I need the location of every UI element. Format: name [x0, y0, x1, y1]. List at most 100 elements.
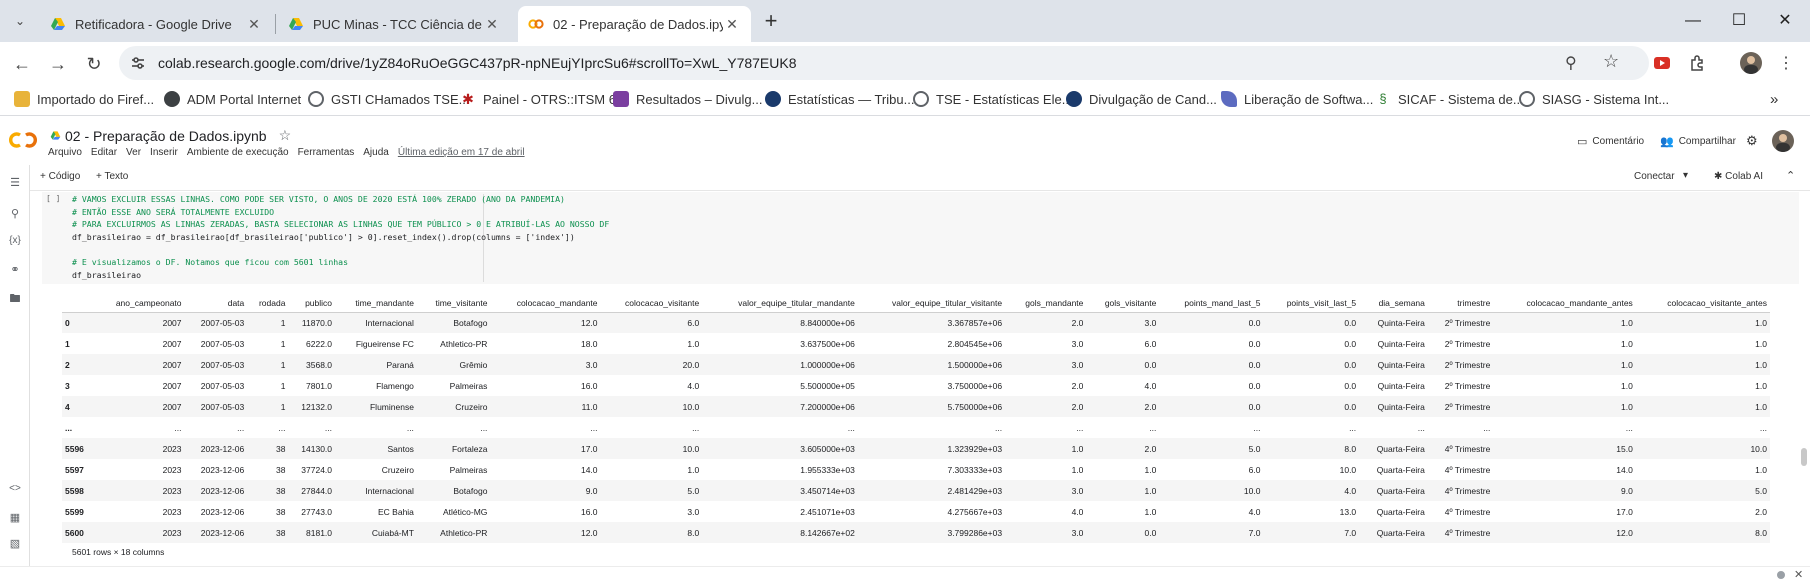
reload-icon[interactable]: ↻ — [80, 50, 108, 78]
bookmark-item[interactable]: ✱ Painel - OTRS::ITSM 6 — [460, 91, 616, 107]
files-folder-icon[interactable]: 🖿 — [7, 290, 23, 306]
bookmark-item[interactable]: Liberação de Softwa... — [1221, 91, 1373, 107]
secrets-key-icon[interactable]: ⚭ — [7, 263, 23, 279]
forward-arrow-icon[interactable]: → — [44, 50, 72, 78]
close-tab-icon[interactable]: ✕ — [483, 15, 501, 33]
more-bookmarks-icon[interactable]: » — [1770, 91, 1778, 108]
code-editor[interactable]: # VAMOS EXCLUIR ESSAS LINHAS. COMO PODE … — [72, 193, 609, 281]
connect-button[interactable]: Conectar — [1634, 171, 1675, 182]
table-cell: 0.0 — [1263, 396, 1360, 417]
tab-colab-notebook[interactable]: 02 - Preparação de Dados.ipynb ✕ — [518, 6, 751, 42]
terminal-icon[interactable]: ▧ — [7, 537, 23, 553]
table-cell: 5.0 — [1635, 480, 1770, 501]
profile-avatar[interactable] — [1740, 52, 1762, 74]
new-tab-button[interactable]: + — [757, 8, 785, 36]
menu-ajuda[interactable]: Ajuda — [363, 147, 389, 158]
run-cell-button[interactable]: [ ] — [46, 194, 60, 203]
column-header: colocacao_mandante — [490, 294, 601, 313]
table-cell: 1.0 — [1144, 506, 1157, 517]
table-cell: 4.275667e+03 — [947, 506, 1003, 517]
bookmark-folder[interactable]: Importado do Firef... — [14, 91, 154, 107]
browser-menu-icon[interactable]: ⋮ — [1772, 50, 1800, 78]
minimize-icon[interactable]: — — [1670, 6, 1716, 36]
bookmark-item[interactable]: GSTI CHamados TSE... — [308, 91, 469, 107]
table-cell: Quarta-Feira — [1359, 480, 1428, 501]
maximize-icon[interactable]: ☐ — [1716, 6, 1762, 36]
table-cell: 14.0 — [580, 464, 598, 475]
notebook-title-text[interactable]: 02 - Preparação de Dados.ipynb — [65, 128, 267, 144]
column-header: time_mandante — [335, 294, 417, 313]
site-settings-icon[interactable] — [129, 54, 147, 72]
table-cell: 9.0 — [1493, 480, 1636, 501]
extensions-puzzle-icon[interactable] — [1688, 53, 1708, 73]
command-palette-icon[interactable]: ▦ — [7, 511, 23, 527]
table-cell: 5.750000e+06 — [857, 396, 1006, 417]
table-cell: 6.0 — [1248, 464, 1261, 475]
menu-ver[interactable]: Ver — [126, 147, 141, 158]
close-window-icon[interactable]: ✕ — [1762, 6, 1808, 36]
close-tab-icon[interactable]: ✕ — [723, 15, 741, 33]
add-text-cell-button[interactable]: + Texto — [96, 171, 128, 182]
tab-puc-minas[interactable]: PUC Minas - TCC Ciência de Da ✕ — [278, 6, 511, 42]
scrollbar[interactable] — [1801, 448, 1807, 466]
table-cell: 2007 — [93, 396, 185, 417]
notebook-title[interactable]: 02 - Preparação de Dados.ipynb ☆ — [50, 127, 291, 144]
bookmark-item[interactable]: TSE - Estatísticas Ele... — [913, 91, 1073, 107]
table-cell: 0.0 — [1344, 380, 1357, 391]
table-cell: 2º Trimestre — [1427, 354, 1494, 375]
bookmark-item[interactable]: ADM Portal Internet — [164, 91, 301, 107]
tab-google-drive[interactable]: Retificadora - Google Drive ✕ — [40, 6, 273, 42]
back-arrow-icon[interactable]: ← — [8, 50, 36, 78]
menu-inserir[interactable]: Inserir — [150, 147, 178, 158]
tab-search-dropdown-icon[interactable]: ⌄ — [8, 9, 32, 33]
extension-red-icon[interactable] — [1652, 53, 1672, 73]
table-cell: 10.0 — [1635, 438, 1770, 459]
table-of-contents-icon[interactable]: ☰ — [7, 176, 23, 192]
variables-icon[interactable]: {x} — [7, 235, 23, 251]
add-code-cell-button[interactable]: + Código — [40, 171, 80, 182]
settings-gear-icon[interactable]: ⚙ — [1746, 133, 1758, 149]
globe-icon — [308, 91, 324, 107]
table-cell: Internacional — [335, 480, 417, 501]
bookmark-star-icon[interactable]: ☆ — [1603, 51, 1619, 72]
colab-ai-button[interactable]: ✱ Colab AI — [1714, 171, 1763, 182]
table-row: 5598 2023 2023-12-06 38 27844.0 Internacional… — [62, 480, 1770, 501]
colab-logo[interactable] — [8, 131, 38, 149]
table-cell: 6.0 — [600, 312, 703, 333]
close-tab-icon[interactable]: ✕ — [245, 15, 263, 33]
menu-arquivo[interactable]: Arquivo — [48, 147, 82, 158]
colab-icon — [528, 19, 544, 29]
collapse-chevron-up-icon[interactable]: ⌃ — [1786, 169, 1795, 182]
table-cell: Paraná — [335, 354, 417, 375]
colab-profile-avatar[interactable] — [1772, 130, 1794, 152]
comment-button[interactable]: ▭ Comentário — [1577, 135, 1644, 148]
menu-editar[interactable]: Editar — [91, 147, 117, 158]
bookmark-item[interactable]: Resultados – Divulg... — [613, 91, 762, 107]
table-header-row: ano_campeonato data rodada publico time_mand… — [62, 294, 1770, 313]
address-bar[interactable]: colab.research.google.com/drive/1yZ84oRu… — [119, 46, 1649, 80]
share-button[interactable]: 👥 Compartilhar — [1660, 135, 1736, 148]
google-drive-icon — [50, 131, 61, 140]
search-icon[interactable]: ⚲ — [7, 207, 23, 223]
column-header: ano_campeonato — [93, 294, 185, 313]
table-cell: ... — [1417, 422, 1425, 433]
bookmark-item[interactable]: SIASG - Sistema Int... — [1519, 91, 1669, 107]
table-cell: 1.000000e+06 — [702, 354, 858, 375]
table-cell: 8.0 — [1635, 522, 1770, 543]
table-cell: 1.0 — [1086, 480, 1160, 501]
table-cell: 2007-05-03 — [200, 380, 245, 391]
star-icon[interactable]: ☆ — [279, 127, 292, 144]
bookmark-item[interactable]: Divulgação de Cand... — [1066, 91, 1217, 107]
bookmark-item[interactable]: § SICAF - Sistema de... — [1375, 91, 1523, 107]
table-cell: 27844.0 — [288, 480, 336, 501]
menu-ambiente-de-execucao[interactable]: Ambiente de execução — [187, 147, 289, 158]
close-icon[interactable]: ✕ — [1794, 568, 1803, 581]
bookmark-item[interactable]: Estatísticas — Tribu... — [765, 91, 914, 107]
table-cell: 2023-12-06 — [184, 522, 248, 543]
code-snippets-icon[interactable]: <> — [7, 483, 23, 499]
table-cell: 38 — [275, 506, 286, 517]
menu-ferramentas[interactable]: Ferramentas — [298, 147, 355, 158]
zoom-icon[interactable]: ⚲ — [1565, 53, 1577, 73]
chevron-down-icon[interactable]: ▾ — [1683, 170, 1688, 181]
last-edit-link[interactable]: Última edição em 17 de abril — [398, 147, 525, 158]
